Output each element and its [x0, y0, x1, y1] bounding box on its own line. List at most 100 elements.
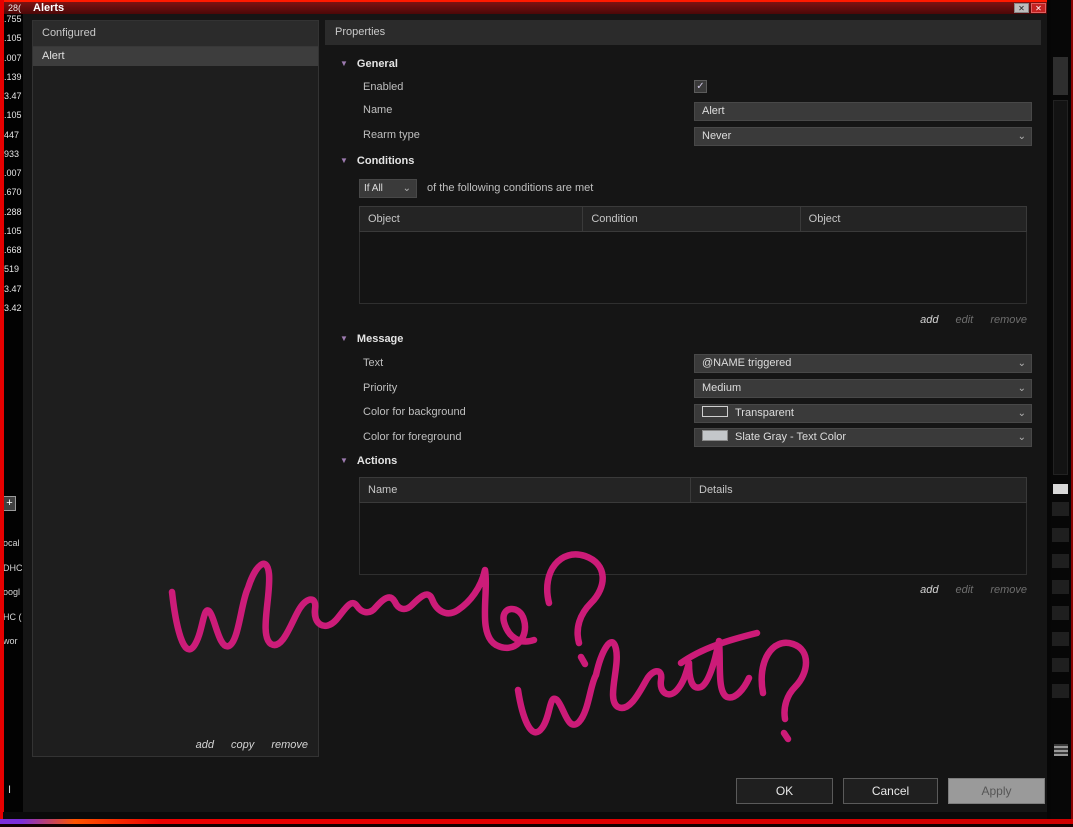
clipped-row-fragment — [1052, 580, 1069, 594]
actions-table-header: Name Details — [359, 477, 1027, 503]
conditions-table-body — [359, 232, 1027, 304]
condition-remove-link: remove — [990, 314, 1027, 326]
apply-button: Apply — [948, 778, 1045, 804]
section-message-title: Message — [356, 333, 404, 345]
actions-links: add edit remove — [359, 584, 1027, 596]
window-title: Alerts — [33, 2, 65, 14]
clipped-label: wor — [3, 636, 18, 646]
chevron-down-icon: ⌄ — [402, 183, 411, 194]
plus-button[interactable]: + — [3, 496, 16, 511]
column-header-object: Object — [360, 207, 584, 231]
conditions-table: Object Condition Object — [359, 206, 1027, 304]
price-axis-value: 3.47 — [4, 284, 22, 294]
alert-list-item[interactable]: Alert — [33, 47, 318, 66]
conditions-links: add edit remove — [359, 314, 1027, 326]
properties-panel-header: Properties — [325, 20, 1041, 45]
titlebar-partial-text: 28( — [8, 3, 22, 13]
slate-gray-swatch — [702, 430, 728, 441]
close-icon: ✕ — [1035, 4, 1042, 13]
chevron-down-icon: ⌄ — [1017, 432, 1026, 443]
price-axis-value: .755 — [4, 14, 22, 24]
priority-value: Medium — [702, 382, 742, 394]
price-axis-value: .668 — [4, 245, 22, 255]
window-close-button[interactable]: ✕ — [1031, 3, 1046, 13]
message-text-combo[interactable]: @NAME triggered ⌄ — [694, 354, 1032, 373]
section-general[interactable]: ▼ General — [340, 58, 398, 70]
section-general-title: General — [356, 58, 398, 70]
clipped-label: DHC — [3, 563, 23, 573]
checkmark-icon: ✓ — [696, 81, 705, 92]
price-axis-value: .105 — [4, 110, 22, 120]
section-conditions[interactable]: ▼ Conditions — [340, 155, 414, 167]
price-axis-value: 447 — [4, 130, 20, 140]
ok-button[interactable]: OK — [736, 778, 833, 804]
add-alert-link[interactable]: add — [196, 739, 214, 751]
fg-color-select[interactable]: Slate Gray - Text Color ⌄ — [694, 428, 1032, 447]
column-header-details: Details — [699, 484, 733, 496]
name-input[interactable]: Alert — [694, 102, 1032, 121]
price-axis-value: .007 — [4, 53, 22, 63]
rearm-type-select[interactable]: Never ⌄ — [694, 127, 1032, 146]
text-cursor-glyph: I — [8, 784, 12, 796]
clipped-row-fragment — [1052, 502, 1069, 516]
alerts-dialog: Configured Alert add copy remove Propert… — [23, 14, 1047, 812]
enabled-label: Enabled — [363, 81, 404, 93]
price-axis-strip: .755 .105 .007 .139 3.47 .105 447 933 .0… — [3, 14, 23, 812]
price-axis-value: .105 — [4, 33, 22, 43]
chevron-down-icon: ⌄ — [1017, 408, 1026, 419]
message-text-label: Text — [363, 357, 384, 369]
chevron-down-icon: ⌄ — [1017, 358, 1026, 369]
collapse-arrow-icon: ▼ — [340, 156, 348, 165]
conditions-match-text: of the following conditions are met — [427, 182, 594, 194]
configured-panel: Configured Alert add copy remove — [32, 20, 319, 757]
price-axis-value: 933 — [4, 149, 20, 159]
chevron-down-icon: ⌄ — [1017, 131, 1026, 142]
column-header-object2: Object — [808, 213, 841, 225]
configured-panel-header: Configured — [33, 21, 318, 47]
lower-gap — [3, 812, 1047, 819]
bg-color-select[interactable]: Transparent ⌄ — [694, 404, 1032, 423]
conditions-match-value: If All — [364, 183, 383, 194]
chevron-down-icon: ⌄ — [1017, 383, 1026, 394]
clipped-row-fragment — [1052, 528, 1069, 542]
copy-alert-link[interactable]: copy — [231, 739, 254, 751]
price-axis-value: .670 — [4, 187, 22, 197]
cancel-button[interactable]: Cancel — [843, 778, 938, 804]
bg-color-label: Color for background — [363, 406, 466, 418]
priority-label: Priority — [363, 382, 398, 394]
window-titlebar: 28( Alerts ✕ ✕ — [3, 0, 1047, 14]
conditions-match-select[interactable]: If All ⌄ — [359, 179, 417, 198]
action-remove-link: remove — [990, 584, 1027, 596]
priority-select[interactable]: Medium ⌄ — [694, 379, 1032, 398]
actions-table-body — [359, 503, 1027, 575]
condition-add-link[interactable]: add — [920, 314, 938, 326]
section-actions[interactable]: ▼ Actions — [340, 455, 397, 467]
column-header-name: Name — [360, 478, 691, 502]
clipped-panel-fragment — [1053, 484, 1068, 494]
collapse-arrow-icon: ▼ — [340, 334, 348, 343]
window-minimize-button[interactable]: ✕ — [1014, 3, 1029, 13]
condition-edit-link: edit — [955, 314, 974, 326]
name-label: Name — [363, 104, 393, 116]
price-axis-value: .007 — [4, 168, 22, 178]
collapse-arrow-icon: ▼ — [340, 59, 348, 68]
price-axis-value: 3.42 — [4, 303, 22, 313]
enabled-checkbox[interactable]: ✓ — [694, 80, 707, 93]
conditions-table-header: Object Condition Object — [359, 206, 1027, 232]
clipped-row-fragment — [1052, 684, 1069, 698]
plus-icon: + — [6, 497, 13, 509]
clipped-row-fragment — [1052, 554, 1069, 568]
collapse-arrow-icon: ▼ — [340, 456, 348, 465]
column-header-condition: Condition — [583, 207, 801, 231]
action-add-link[interactable]: add — [920, 584, 938, 596]
clipped-row-fragment — [1052, 632, 1069, 646]
rearm-type-value: Never — [702, 130, 732, 142]
remove-alert-link[interactable]: remove — [271, 739, 308, 751]
bg-color-value: Transparent — [735, 407, 794, 419]
price-axis-value: .139 — [4, 72, 22, 82]
clipped-row-fragment — [1052, 658, 1069, 672]
section-message[interactable]: ▼ Message — [340, 333, 403, 345]
clipped-row-fragment — [1052, 606, 1069, 620]
clipped-label: ocal — [3, 538, 20, 548]
price-axis-value: 3.47 — [4, 91, 22, 101]
